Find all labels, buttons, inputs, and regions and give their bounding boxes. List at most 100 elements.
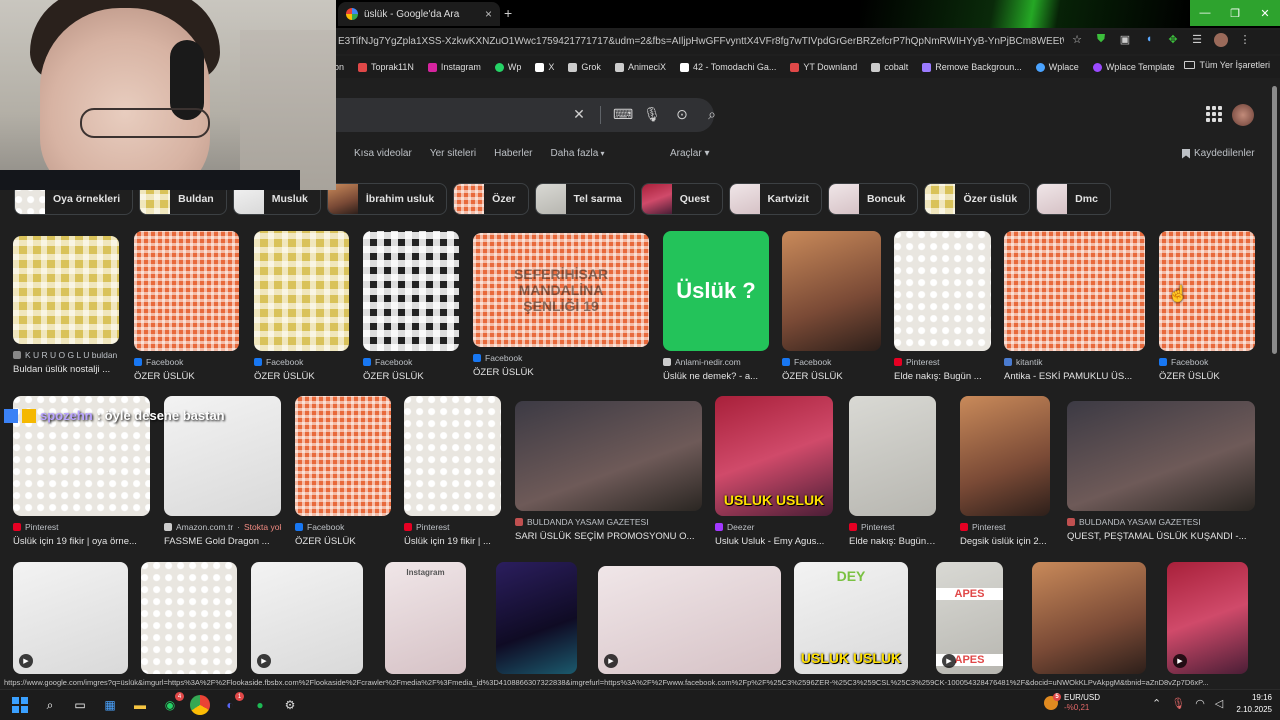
result-title[interactable]: Usluk Usluk - Emy Agus... — [715, 536, 833, 547]
image-result[interactable]: APES APES ▶ — [936, 562, 1003, 674]
related-chip[interactable]: Özer üslük — [924, 183, 1031, 215]
result-thumbnail[interactable] — [1004, 231, 1145, 351]
microphone-icon[interactable]: 🎙 — [643, 106, 661, 124]
filter-news[interactable]: Haberler — [494, 148, 532, 159]
result-title[interactable]: ÖZER ÜSLÜK — [254, 371, 349, 382]
minimize-button[interactable]: — — [1190, 0, 1220, 26]
saved-button[interactable]: Kaydedilenler — [1182, 148, 1255, 159]
puzzle-extension-icon[interactable]: ✥ — [1166, 33, 1180, 50]
image-result[interactable]: Facebook ÖZER ÜSLÜK — [363, 231, 459, 382]
bookmark-grok[interactable]: Grok — [568, 62, 601, 72]
scrollbar-thumb[interactable] — [1272, 86, 1277, 354]
result-title[interactable]: Üslük için 19 fikir | ... — [404, 536, 501, 547]
result-title[interactable]: SARI ÜSLÜK SEÇİM PROMOSYONU O... — [515, 531, 702, 542]
result-thumbnail[interactable] — [960, 396, 1050, 516]
result-title[interactable]: ÖZER ÜSLÜK — [134, 371, 239, 382]
image-result[interactable]: Facebook ÖZER ÜSLÜK — [782, 231, 881, 382]
result-title[interactable]: Üslük ne demek? - a... — [663, 371, 769, 382]
result-thumbnail[interactable]: ▶ — [13, 562, 128, 674]
result-thumbnail[interactable]: ▶ — [1167, 562, 1248, 674]
result-title[interactable]: QUEST, PEŞTAMAL ÜSLÜK KUŞANDI -... — [1067, 531, 1255, 542]
result-source[interactable]: Amazon.com.tr · Stokta yok — [164, 522, 281, 532]
result-source[interactable]: Pinterest — [849, 522, 936, 532]
whatsapp-taskbar-icon[interactable]: ◉ 4 — [160, 692, 184, 715]
result-source[interactable]: Pinterest — [404, 522, 501, 532]
chevron-up-icon[interactable]: ⌃ — [1152, 697, 1161, 710]
image-result[interactable] — [496, 562, 577, 674]
image-result[interactable] — [1032, 562, 1146, 674]
result-source[interactable]: Facebook — [134, 357, 239, 367]
result-thumbnail[interactable] — [254, 231, 349, 351]
new-tab-button[interactable]: + — [504, 5, 512, 21]
result-title[interactable]: ÖZER ÜSLÜK — [363, 371, 459, 382]
image-result[interactable]: BULDANDA YASAM GAZETESI SARI ÜSLÜK SEÇİM … — [515, 401, 702, 542]
result-thumbnail[interactable]: ▶ — [598, 566, 781, 674]
result-thumbnail[interactable] — [849, 396, 936, 516]
result-thumbnail[interactable]: ▶ — [251, 562, 363, 674]
result-source[interactable]: BULDANDA YASAM GAZETESI — [515, 517, 702, 527]
result-thumbnail[interactable]: DEY USLUK USLUK — [794, 562, 908, 674]
image-result[interactable]: Facebook ÖZER ÜSLÜK — [1159, 231, 1255, 382]
file-explorer-icon[interactable]: ▬ — [130, 695, 150, 715]
bookmark-x[interactable]: X — [535, 62, 554, 72]
keyboard-icon[interactable]: ⌨ — [613, 106, 633, 124]
related-chip[interactable]: Quest — [640, 183, 723, 215]
wifi-icon[interactable]: ◠ — [1195, 697, 1205, 710]
result-source[interactable]: Pinterest — [960, 522, 1050, 532]
image-result[interactable]: Üslük ? Anlami-nedir.com Üslük ne demek? -… — [663, 231, 769, 382]
filter-places[interactable]: Yer siteleri — [430, 148, 476, 159]
search-icon[interactable]: ⌕ — [703, 106, 721, 124]
result-thumbnail[interactable] — [295, 396, 391, 516]
shield-extension-icon[interactable]: ⛊ — [1094, 33, 1108, 50]
result-title[interactable]: Elde nakış: Bugün ... — [894, 371, 991, 382]
result-title[interactable]: Elde nakış: Bugün ... — [849, 536, 936, 547]
result-thumbnail[interactable] — [363, 231, 459, 351]
image-result[interactable]: Facebook ÖZER ÜSLÜK — [254, 231, 349, 382]
star-icon[interactable]: ☆ — [1070, 33, 1084, 50]
result-thumbnail[interactable]: Üslük ? — [663, 231, 769, 351]
result-thumbnail[interactable] — [1067, 401, 1255, 511]
result-source[interactable]: Facebook — [254, 357, 349, 367]
result-source[interactable]: Facebook — [1159, 357, 1255, 367]
bookmark-animecix[interactable]: AnimeciX — [614, 62, 666, 72]
result-source[interactable]: BULDANDA YASAM GAZETESI — [1067, 517, 1255, 527]
result-thumbnail[interactable]: SEFERİHİSAR MANDALİNA ŞENLİĞİ 19 — [473, 233, 649, 347]
result-source[interactable]: Facebook — [782, 357, 881, 367]
result-source[interactable]: K U R U O G L U buldan — [13, 350, 119, 360]
result-title[interactable]: Degsik üslük için 2... — [960, 536, 1050, 547]
related-chip[interactable]: Dmc — [1036, 183, 1111, 215]
result-title[interactable]: Antika - ESKİ PAMUKLU ÜS... — [1004, 371, 1145, 382]
result-thumbnail[interactable] — [134, 231, 239, 351]
related-chip[interactable]: Kartvizit — [728, 183, 822, 215]
tools-button[interactable]: Araçlar ▾ — [670, 148, 709, 159]
result-source[interactable]: Facebook — [363, 357, 459, 367]
image-result[interactable]: USLUK USLUK Deezer Usluk Usluk - Emy Agus.… — [715, 396, 833, 547]
image-result[interactable] — [141, 562, 237, 674]
taskbar-clock[interactable]: 19:16 2.10.2025 — [1226, 692, 1272, 716]
microphone-tray-icon[interactable]: 🎙 — [1171, 697, 1185, 710]
result-thumbnail[interactable] — [496, 562, 577, 674]
task-view-icon[interactable]: ▭ — [70, 695, 90, 715]
result-source[interactable]: Facebook — [473, 353, 649, 363]
account-avatar[interactable] — [1232, 104, 1254, 126]
result-title[interactable]: Üslük için 19 fikir | oya örne... — [13, 536, 150, 547]
related-chip[interactable]: Tel sarma — [534, 183, 635, 215]
image-result[interactable]: kitantik Antika - ESKİ PAMUKLU ÜS... — [1004, 231, 1145, 382]
result-title[interactable]: Buldan üslük nostalji ... — [13, 364, 119, 375]
url-field[interactable]: E3TifNJg7YgZpla1XSS-XzkwKXNZuO1Wwc175942… — [338, 33, 1064, 51]
result-thumbnail[interactable] — [404, 396, 501, 516]
result-source[interactable]: Anlami-nedir.com — [663, 357, 769, 367]
browser-tab[interactable]: üslük - Google'da Ara × — [338, 2, 500, 26]
audio-extension-icon[interactable]: ◖ — [1142, 33, 1156, 50]
all-bookmarks[interactable]: Tüm Yer İşaretleri — [1184, 60, 1270, 70]
bookmark-wplace[interactable]: Wplace — [1035, 62, 1079, 72]
tab-close-icon[interactable]: × — [485, 7, 492, 21]
page-scrollbar[interactable] — [1271, 82, 1279, 676]
related-chip[interactable]: Özer — [453, 183, 529, 215]
image-result[interactable]: BULDANDA YASAM GAZETESI QUEST, PEŞTAMAL Ü… — [1067, 401, 1255, 542]
image-result[interactable]: Pinterest Üslük için 19 fikir | ... — [404, 396, 501, 547]
result-source[interactable]: Facebook — [295, 522, 391, 532]
bookmark-yt-download[interactable]: YT Downland — [790, 62, 857, 72]
image-result[interactable]: ▶ — [251, 562, 363, 674]
result-title[interactable]: ÖZER ÜSLÜK — [473, 367, 649, 378]
